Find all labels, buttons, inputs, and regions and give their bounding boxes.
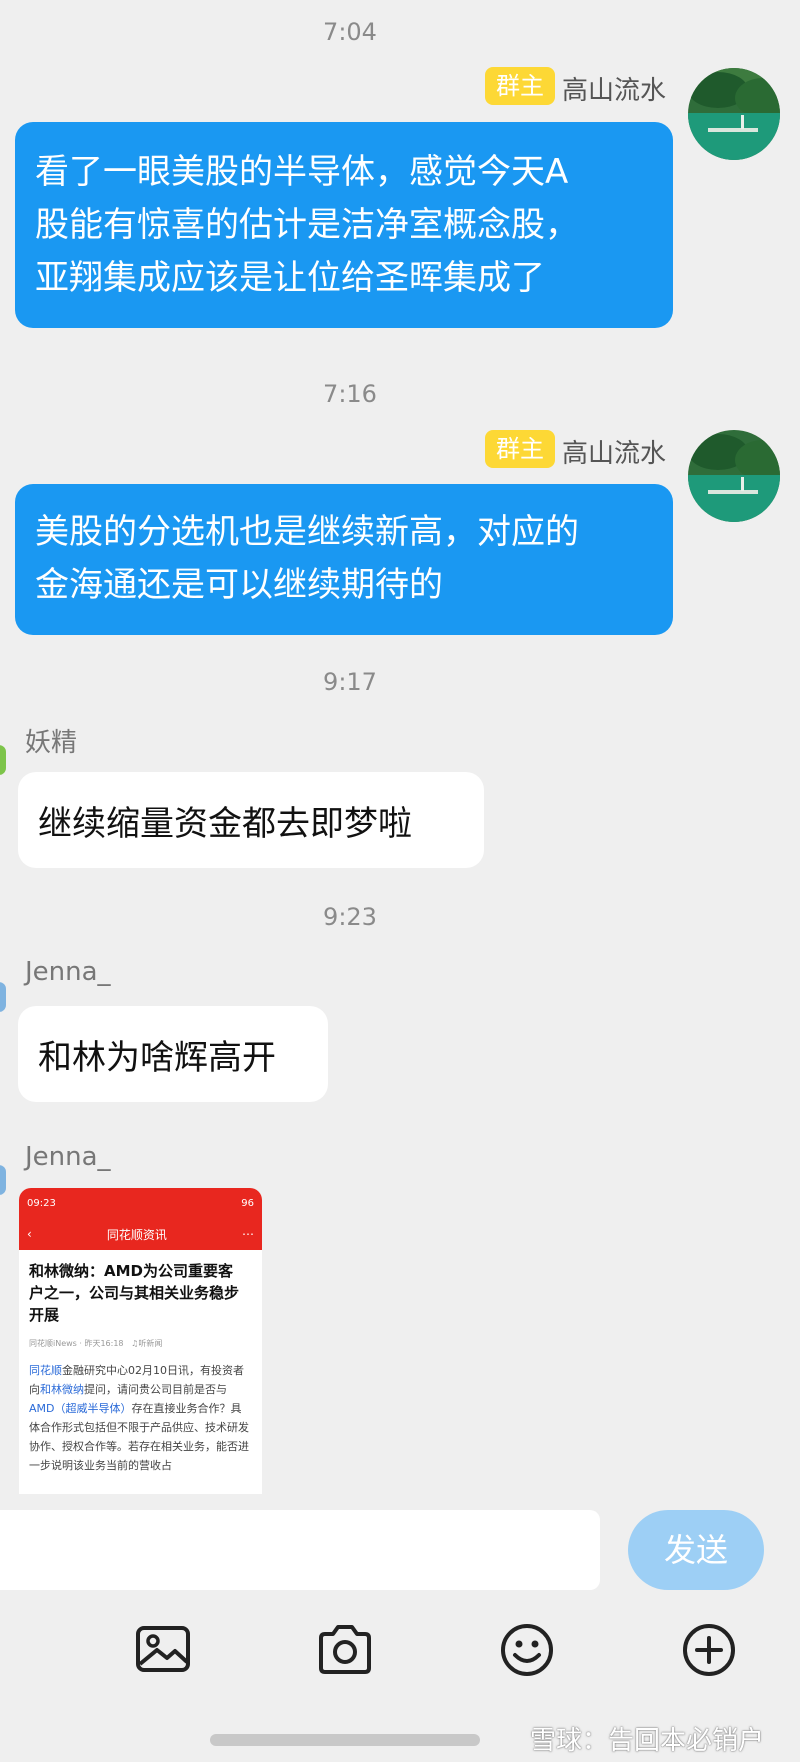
- sender-name: 妖精: [25, 728, 78, 758]
- landscape-avatar-image: [688, 68, 780, 160]
- message-text: 和林为啥辉高开: [38, 1037, 276, 1078]
- card-article-body: 同花顺金融研究中心02月10日讯，有投资者向和林微纳提问，请问贵公司目前是否与 …: [19, 1349, 262, 1475]
- message-bubble[interactable]: 继续缩量资金都去即梦啦: [18, 772, 484, 868]
- card-link: 同花顺: [29, 1364, 62, 1377]
- camera-icon[interactable]: [317, 1622, 373, 1678]
- landscape-avatar-image: [688, 430, 780, 522]
- input-bar: 发送: [0, 1510, 800, 1604]
- shared-image-card[interactable]: 09:23 96 ‹ 同花顺资讯 ⋯ 和林微纳：AMD为公司重要客 户之一，公司…: [19, 1188, 262, 1494]
- watermark: 雪球：告回本必销户: [530, 1726, 765, 1756]
- avatar[interactable]: [688, 430, 780, 522]
- card-link: AMD（超威半导体）: [29, 1402, 132, 1415]
- card-nav-title: 同花顺资讯: [106, 1227, 167, 1242]
- timestamp: 9:23: [323, 903, 377, 931]
- send-button[interactable]: 发送: [628, 1510, 764, 1590]
- message-line: 股能有惊喜的估计是洁净室概念股，: [35, 205, 579, 245]
- card-battery: 96: [241, 1197, 254, 1209]
- timestamp: 7:04: [323, 18, 377, 46]
- back-icon: ‹: [27, 1227, 32, 1241]
- sender-name: Jenna_: [25, 1142, 111, 1172]
- owner-badge: 群主: [485, 430, 555, 468]
- card-status-bar: 09:23 96: [19, 1188, 262, 1218]
- card-title-line: 和林微纳：AMD为公司重要客: [29, 1262, 233, 1280]
- card-listen-label: 听新闻: [138, 1339, 163, 1348]
- message-text: 继续缩量资金都去即梦啦: [38, 803, 412, 844]
- card-status-time: 09:23: [27, 1197, 56, 1209]
- avatar-edge[interactable]: [0, 745, 6, 775]
- card-nav-bar: ‹ 同花顺资讯 ⋯: [19, 1218, 262, 1250]
- emoji-icon[interactable]: [499, 1622, 555, 1678]
- card-meta: 同花顺iNews · 昨天16:18 ♫听新闻: [19, 1326, 262, 1349]
- message-line: 金海通还是可以继续期待的: [35, 565, 443, 605]
- sender-name: 高山流水: [562, 439, 667, 469]
- avatar-edge[interactable]: [0, 1165, 6, 1195]
- owner-badge: 群主: [485, 67, 555, 105]
- card-title-line: 开展: [29, 1306, 60, 1324]
- card-link: 和林微纳: [40, 1383, 84, 1396]
- home-indicator[interactable]: [210, 1734, 480, 1746]
- card-source: 同花顺iNews · 昨天16:18: [29, 1339, 124, 1348]
- message-bubble[interactable]: 和林为啥辉高开: [18, 1006, 328, 1102]
- more-icon: ⋯: [241, 1227, 254, 1241]
- avatar[interactable]: [688, 68, 780, 160]
- timestamp: 7:16: [323, 380, 377, 408]
- message-bubble[interactable]: 美股的分选机也是继续新高，对应的 金海通还是可以继续期待的: [15, 484, 673, 635]
- message-bubble[interactable]: 看了一眼美股的半导体，感觉今天A 股能有惊喜的估计是洁净室概念股， 亚翔集成应该…: [15, 122, 673, 328]
- card-title-line: 户之一，公司与其相关业务稳步: [29, 1284, 240, 1302]
- plus-icon[interactable]: [681, 1622, 737, 1678]
- timestamp: 9:17: [323, 668, 377, 696]
- sender-name: 高山流水: [562, 76, 667, 106]
- avatar-edge[interactable]: [0, 982, 6, 1012]
- sender-name: Jenna_: [25, 957, 111, 987]
- card-text: 提问，请问贵公司目前是否与: [84, 1383, 227, 1396]
- message-line: 美股的分选机也是继续新高，对应的: [35, 512, 579, 552]
- message-line: 看了一眼美股的半导体，感觉今天A: [35, 152, 569, 192]
- card-article-title: 和林微纳：AMD为公司重要客 户之一，公司与其相关业务稳步 开展: [19, 1250, 262, 1326]
- message-input[interactable]: [0, 1510, 600, 1590]
- message-line: 亚翔集成应该是让位给圣晖集成了: [35, 258, 545, 298]
- image-icon[interactable]: [135, 1622, 191, 1678]
